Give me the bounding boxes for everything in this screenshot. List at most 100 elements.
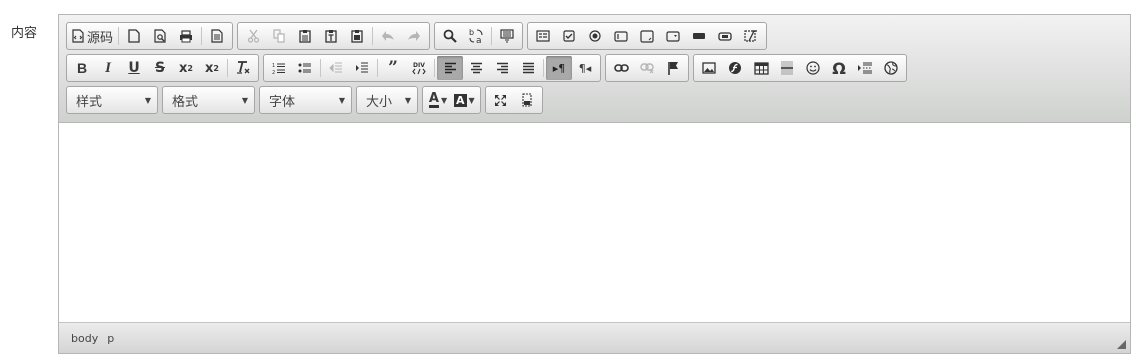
numbered-list-icon: 12 — [272, 63, 285, 75]
numbered-list-button[interactable]: 12 — [266, 56, 292, 80]
checkbox-button[interactable] — [556, 24, 582, 48]
remove-format-button[interactable] — [230, 56, 256, 80]
link-button[interactable] — [608, 56, 634, 80]
italic-button[interactable]: I — [95, 56, 121, 80]
align-right-button[interactable] — [489, 56, 515, 80]
paste-word-button[interactable] — [344, 24, 370, 48]
paste-text-icon — [325, 30, 337, 43]
find-button[interactable] — [437, 24, 463, 48]
create-div-button[interactable]: DIV — [406, 56, 432, 80]
ltr-button[interactable]: ▸¶ — [546, 56, 572, 80]
chevron-down-icon: ▼ — [404, 95, 411, 105]
special-char-button[interactable]: Ω — [826, 56, 852, 80]
size-combo-label: 大小 — [366, 94, 393, 110]
select-field-button[interactable] — [660, 24, 686, 48]
radio-button[interactable] — [582, 24, 608, 48]
bg-color-button[interactable]: A ▼ — [451, 88, 478, 112]
form-button[interactable] — [530, 24, 556, 48]
select-all-icon — [500, 28, 514, 42]
path-element-body[interactable]: body — [71, 332, 98, 345]
resize-handle-icon[interactable] — [1117, 340, 1126, 349]
table-icon — [753, 61, 769, 75]
maximize-button[interactable] — [488, 88, 514, 112]
separator — [118, 27, 120, 45]
separator — [372, 27, 374, 45]
print-icon — [180, 29, 193, 42]
globe-icon — [884, 61, 898, 75]
select-all-button[interactable] — [494, 24, 520, 48]
underline-button[interactable]: U — [121, 56, 147, 80]
path-element-p[interactable]: p — [107, 332, 114, 345]
show-blocks-icon — [522, 93, 532, 107]
blockquote-button[interactable]: ” — [380, 56, 406, 80]
styles-combo[interactable]: 样式 ▼ — [66, 86, 158, 114]
text-field-button[interactable] — [608, 24, 634, 48]
outdent-button[interactable] — [323, 56, 349, 80]
text-color-button[interactable]: A ▼ — [425, 88, 451, 112]
font-combo[interactable]: 字体 ▼ — [259, 86, 352, 114]
flash-icon — [729, 62, 741, 74]
editor-toolbar: 源码 ba B I U S x 2 x 2 1 2 ” DIV ▸¶ ¶◂ Ω … — [59, 15, 1130, 123]
new-page-icon — [128, 29, 140, 43]
undo-button[interactable] — [375, 24, 401, 48]
redo-button[interactable] — [401, 24, 427, 48]
smiley-button[interactable] — [800, 56, 826, 80]
replace-icon: ba — [469, 28, 483, 44]
align-center-button[interactable] — [463, 56, 489, 80]
maximize-icon — [495, 94, 507, 106]
justify-button[interactable] — [515, 56, 541, 80]
replace-button[interactable]: ba — [463, 24, 489, 48]
size-combo[interactable]: 大小 ▼ — [356, 86, 418, 114]
templates-button[interactable] — [204, 24, 230, 48]
flash-button[interactable] — [722, 56, 748, 80]
separator — [201, 27, 203, 45]
document-group: 源码 — [66, 22, 234, 50]
bulleted-list-button[interactable] — [292, 56, 318, 80]
image-button-button[interactable] — [712, 24, 738, 48]
hidden-field-button[interactable] — [738, 24, 764, 48]
table-button[interactable] — [748, 56, 774, 80]
form-icon — [536, 30, 550, 42]
paste-button[interactable] — [292, 24, 318, 48]
source-button[interactable]: 源码 — [69, 24, 116, 48]
image-icon — [702, 62, 716, 74]
unlink-button[interactable] — [634, 56, 660, 80]
bold-button[interactable]: B — [69, 56, 95, 80]
show-blocks-button[interactable] — [514, 88, 540, 112]
separator — [491, 27, 493, 45]
format-combo[interactable]: 格式 ▼ — [162, 86, 255, 114]
text-color-icon: A — [428, 90, 439, 108]
button-element-button[interactable] — [686, 24, 712, 48]
textarea-button[interactable] — [634, 24, 660, 48]
align-left-icon — [444, 62, 456, 74]
indent-button[interactable] — [349, 56, 375, 80]
text-field-icon — [614, 30, 628, 42]
find-icon — [443, 29, 457, 43]
subscript-button[interactable]: x2 — [173, 56, 199, 80]
align-center-icon — [470, 62, 482, 74]
cut-button[interactable] — [240, 24, 266, 48]
editor-statusbar: body p — [59, 322, 1130, 353]
anchor-button[interactable] — [660, 56, 686, 80]
chevron-down-icon: ▼ — [338, 95, 345, 105]
editor-content-area[interactable] — [59, 123, 1130, 323]
remove-format-icon — [237, 61, 250, 74]
print-button[interactable] — [173, 24, 199, 48]
justify-icon — [522, 62, 534, 74]
toolbar-row-1: 源码 ba — [66, 22, 771, 50]
superscript-button[interactable]: x2 — [199, 56, 225, 80]
preview-button[interactable] — [147, 24, 173, 48]
chevron-down-icon: ▼ — [144, 95, 151, 105]
rtl-button[interactable]: ¶◂ — [572, 56, 598, 80]
new-page-button[interactable] — [121, 24, 147, 48]
iframe-button[interactable] — [878, 56, 904, 80]
paste-text-button[interactable] — [318, 24, 344, 48]
page-break-button[interactable] — [852, 56, 878, 80]
align-left-button[interactable] — [437, 56, 463, 80]
horizontal-rule-button[interactable] — [774, 56, 800, 80]
tools-group — [484, 86, 543, 114]
copy-button[interactable] — [266, 24, 292, 48]
image-button[interactable] — [696, 56, 722, 80]
strike-button[interactable]: S — [147, 56, 173, 80]
preview-icon — [153, 29, 166, 43]
